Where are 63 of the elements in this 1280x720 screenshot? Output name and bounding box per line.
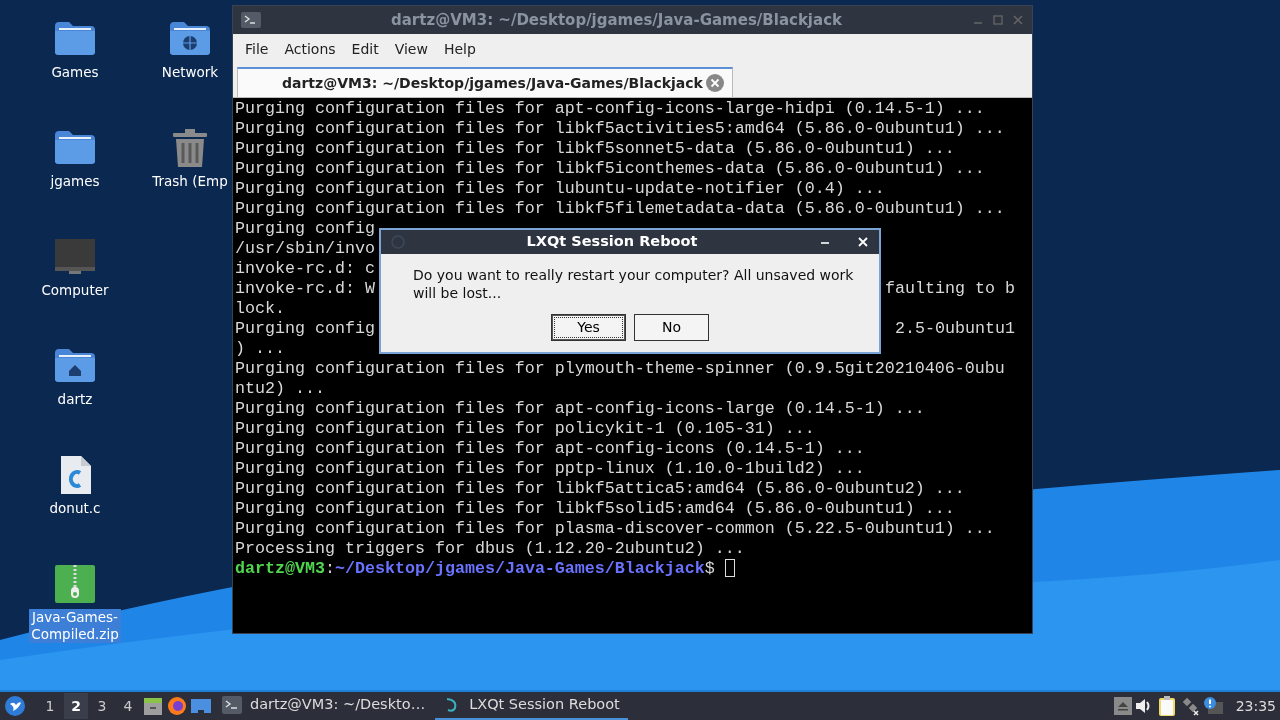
taskbar-task[interactable]: LXQt Session Reboot <box>435 692 628 720</box>
browser-icon[interactable] <box>166 695 188 717</box>
terminal-line: Purging configuration files for libkf5sonnet5-data (5.86.0-0ubuntu1) ... <box>235 139 955 159</box>
menu-item[interactable]: Help <box>435 38 484 60</box>
icon-label[interactable]: Java-Games- Compiled.zip <box>29 609 121 643</box>
terminal-line: lock. <box>235 299 285 319</box>
terminal-line: Purging configuration files for libkf5solid5:amd64 (5.86.0-0ubuntu1) ... <box>235 499 955 519</box>
menu-item[interactable]: Actions <box>276 38 344 60</box>
icon-label[interactable]: donut.c <box>47 500 103 517</box>
shell-prompt: dartz@VM3:~/Desktop/jgames/Java-Games/Blackjack$ <box>235 559 715 579</box>
update-notification-icon[interactable] <box>1201 696 1224 716</box>
terminal-line: invoke-rc.d: W <box>235 279 375 299</box>
desktop-switch[interactable]: 1 <box>38 693 62 719</box>
desktop-switch[interactable]: 2 <box>64 693 88 719</box>
terminal-line: Purging configuration files for policykit-1 (0.105-31) ... <box>235 419 815 439</box>
file-cabinet-icon[interactable] <box>142 695 164 717</box>
terminal-line: Purging config <box>235 219 375 239</box>
clock[interactable]: 23:35 <box>1235 695 1276 717</box>
terminal-line: faulting to b <box>885 279 1015 299</box>
terminal-icon <box>222 696 242 714</box>
dialog-message: Do you want to really restart your computer? All unsaved work will be lost... <box>412 266 855 302</box>
terminal-line: Processing triggers for dbus (1.12.20-2ubuntu2) ... <box>235 539 745 559</box>
terminal-line: Purging configuration files for libkf5filemetadata-data (5.86.0-0ubuntu1) ... <box>235 199 1005 219</box>
icon-label[interactable]: dartz <box>55 391 95 408</box>
icon-label[interactable]: Trash (Emp <box>150 173 230 190</box>
dialog-button[interactable]: Yes <box>551 314 626 341</box>
icon-label[interactable]: jgames <box>48 173 102 190</box>
app-icon <box>391 235 405 249</box>
close-tab-icon[interactable] <box>706 74 724 92</box>
dialog-title: LXQt Session Reboot <box>525 232 699 252</box>
archive-icon[interactable] <box>53 563 97 605</box>
desktop-switch[interactable]: 3 <box>90 693 114 719</box>
menu-item[interactable]: File <box>237 38 277 60</box>
eject-icon[interactable] <box>1113 697 1132 715</box>
terminal-line: invoke-rc.d: c <box>235 259 375 279</box>
terminal-line: Purging configuration files for libkf5activities5:amd64 (5.86.0-0ubuntu1) ... <box>235 119 1005 139</box>
terminal-line: Purging config <box>235 319 375 339</box>
terminal-icon <box>241 12 261 28</box>
dialog-button[interactable]: No <box>634 314 709 341</box>
terminal-line: Purging configuration files for pptp-linux (1.10.0-1build2) ... <box>235 459 865 479</box>
menu-item[interactable]: View <box>386 38 436 60</box>
window-title: dartz@VM3: ~/Desktop/jgames/Java-Games/Blackjack <box>390 9 843 31</box>
start-menu-icon[interactable] <box>4 695 26 717</box>
icon-label[interactable]: Network <box>159 64 221 81</box>
terminal-line: Purging configuration files for plymouth-theme-spinner (0.9.5git20210406-0ubu <box>235 359 1005 379</box>
icon-label[interactable]: Games <box>49 64 101 81</box>
terminal-line: 2.5-0ubuntu1 <box>895 319 1015 339</box>
terminal-line: Purging configuration files for apt-config-icons (0.14.5-1) ... <box>235 439 865 459</box>
terminal-line: Purging configuration files for apt-config-icons-large (0.14.5-1) ... <box>235 399 925 419</box>
terminal-line: Purging configuration files for libkf5attica5:amd64 (5.86.0-0ubuntu2) ... <box>235 479 965 499</box>
text-cursor <box>724 559 735 577</box>
terminal-line: ) ... <box>235 339 285 359</box>
terminal-line: Purging configuration files for plasma-discover-common (5.22.5-0ubuntu1) ... <box>235 519 995 539</box>
taskbar-task[interactable]: dartz@VM3: ~/Deskto… <box>214 692 434 720</box>
terminal-line: ntu2) ... <box>235 379 325 399</box>
terminal-line: Purging configuration files for apt-config-icons-large-hidpi (0.14.5-1) ... <box>235 99 985 119</box>
desktop-switch[interactable]: 4 <box>116 693 140 719</box>
menu-item[interactable]: Edit <box>343 38 387 60</box>
terminal-line: Purging configuration files for lubuntu-update-notifier (0.4) ... <box>235 179 885 199</box>
terminal-line: /usr/sbin/invo <box>235 239 375 259</box>
terminal-tab[interactable]: dartz@VM3: ~/Desktop/jgames/Java-Games/Blackjack <box>237 67 733 97</box>
icon-label[interactable]: Computer <box>39 282 111 299</box>
terminal-line: Purging configuration files for libkf5iconthemes-data (5.86.0-0ubuntu1) ... <box>235 159 985 179</box>
